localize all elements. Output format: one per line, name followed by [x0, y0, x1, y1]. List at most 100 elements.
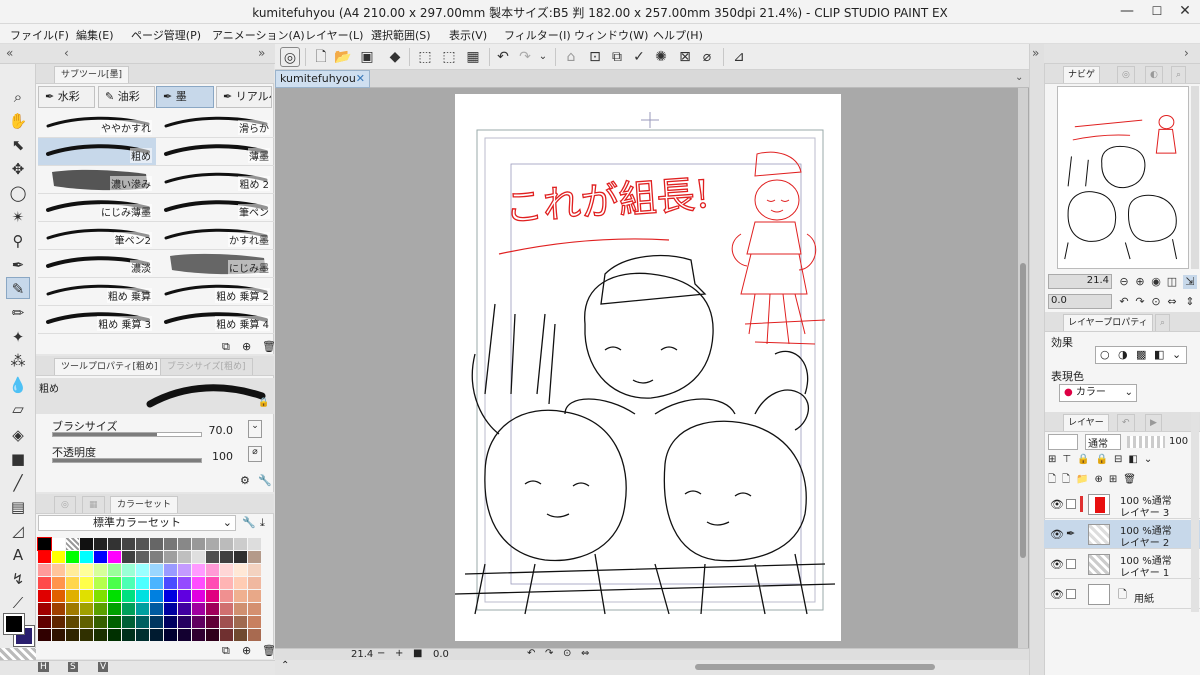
color-swatch[interactable]: [178, 551, 191, 563]
brush-item[interactable]: 粗め 乗算: [38, 278, 156, 306]
brush-item[interactable]: 薄墨: [156, 138, 274, 166]
move-icon[interactable]: ✥: [6, 158, 30, 180]
color-swatch[interactable]: [122, 629, 135, 641]
maximize-button[interactable]: ☐: [1142, 0, 1172, 24]
color-swatch[interactable]: [52, 590, 65, 602]
colorset-tab[interactable]: カラーセット: [110, 496, 179, 513]
eye-icon[interactable]: 👁: [1050, 558, 1064, 571]
color-swatch[interactable]: [192, 616, 205, 628]
copy-color-icon[interactable]: ⧉: [222, 644, 230, 658]
color-swatch[interactable]: [248, 616, 261, 628]
auto-action-tab[interactable]: ▶: [1145, 414, 1162, 431]
layer-row-1[interactable]: 👁 100 %通常 レイヤー 1: [1044, 550, 1200, 579]
vertical-scroll-thumb[interactable]: [1020, 263, 1026, 558]
brush-item[interactable]: にじみ薄墨: [38, 194, 156, 222]
eye-icon[interactable]: 👁: [1050, 498, 1064, 511]
blend-mode-select[interactable]: 通常: [1085, 434, 1121, 450]
color-swatch[interactable]: [248, 629, 261, 641]
color-swatch[interactable]: [80, 590, 93, 602]
color-swatch[interactable]: [80, 603, 93, 615]
color-swatch[interactable]: [94, 577, 107, 589]
color-swatch[interactable]: [164, 577, 177, 589]
color-swatch[interactable]: [122, 616, 135, 628]
brush-item[interactable]: 粗め: [38, 138, 156, 166]
brush-item[interactable]: 筆ペン2: [38, 222, 156, 250]
color-swatch[interactable]: [150, 551, 163, 563]
color-swatch[interactable]: [248, 564, 261, 576]
brush-icon[interactable]: ✎: [6, 277, 30, 299]
fill-selection-icon[interactable]: ⌀: [697, 47, 717, 67]
color-swatch[interactable]: [164, 538, 177, 550]
layer-lock-checkbox[interactable]: [1066, 499, 1076, 509]
color-swatch[interactable]: [52, 551, 65, 563]
scale-icon[interactable]: ⧉: [607, 47, 627, 67]
color-swatch[interactable]: [66, 603, 79, 615]
subtool-tab[interactable]: サブツール[墨]: [54, 66, 130, 83]
brush-item[interactable]: 筆ペン: [156, 194, 274, 222]
document-tab[interactable]: kumitefuhyou ✕: [275, 70, 370, 88]
object-icon[interactable]: ⬉: [6, 134, 30, 156]
layer-property-tab[interactable]: レイヤープロパティ: [1063, 314, 1153, 331]
color-swatch[interactable]: [150, 577, 163, 589]
blend-icon[interactable]: 💧: [6, 374, 30, 396]
layers-tab[interactable]: レイヤー: [1063, 414, 1109, 431]
color-swatch[interactable]: [38, 590, 51, 602]
color-swatch[interactable]: [66, 629, 79, 641]
wrench-icon[interactable]: 🔧: [242, 516, 256, 529]
opacity-value[interactable]: 100: [212, 450, 233, 463]
menu-file[interactable]: ファイル(F): [10, 27, 69, 43]
group-oil[interactable]: ✎ 油彩: [98, 86, 155, 108]
color-swatch[interactable]: [108, 616, 121, 628]
color-swatch[interactable]: [192, 590, 205, 602]
color-swatch[interactable]: [220, 538, 233, 550]
group-ink[interactable]: ✒ 墨: [156, 86, 214, 108]
layer-search-tab[interactable]: ⌕: [1155, 314, 1171, 331]
select-all-icon[interactable]: ⬚: [415, 47, 435, 67]
eye-icon[interactable]: 👁: [1050, 528, 1064, 541]
color-swatch[interactable]: [52, 616, 65, 628]
color-swatch[interactable]: [52, 629, 65, 641]
color-swatch[interactable]: [164, 551, 177, 563]
color-swatch[interactable]: [164, 629, 177, 641]
reset-rotation-icon[interactable]: ⊙: [563, 648, 571, 659]
brush-size-value[interactable]: 70.0: [209, 424, 234, 437]
effect-buttons[interactable]: ○ ◑ ▩ ◧ ⌄: [1095, 346, 1187, 364]
fill-bucket-icon[interactable]: ◈: [6, 424, 30, 446]
color-swatch[interactable]: [178, 629, 191, 641]
airbrush-icon[interactable]: ⁂: [6, 350, 30, 372]
brush-item[interactable]: 粗め 乗算 4: [156, 306, 274, 334]
brush-size-tab[interactable]: ブラシサイズ[粗め]: [160, 358, 253, 375]
layer-opacity-value[interactable]: 100: [1169, 436, 1188, 447]
color-swatch[interactable]: [178, 538, 191, 550]
color-swatch[interactable]: [108, 603, 121, 615]
color-swatch[interactable]: [94, 603, 107, 615]
border-effect-icon[interactable]: ○: [1100, 348, 1110, 361]
color-swatch[interactable]: [80, 564, 93, 576]
color-swatch[interactable]: [80, 616, 93, 628]
brush-item[interactable]: ややかすれ: [38, 110, 156, 138]
color-swatch[interactable]: [192, 577, 205, 589]
color-swatch[interactable]: [66, 538, 79, 550]
color-swatch[interactable]: [94, 629, 107, 641]
menu-layer[interactable]: レイヤー(L): [305, 27, 363, 43]
color-swatch[interactable]: [94, 590, 107, 602]
transform-icon[interactable]: ⊡: [585, 47, 605, 67]
color-swatch[interactable]: [108, 551, 121, 563]
trash-icon[interactable]: 🗑: [262, 340, 276, 353]
color-swatch[interactable]: [38, 577, 51, 589]
color-swatch[interactable]: [136, 564, 149, 576]
angle-value[interactable]: 0.0: [433, 649, 449, 660]
fit-icon[interactable]: ■: [413, 648, 422, 659]
actual-size-icon[interactable]: ◉: [1149, 275, 1163, 289]
color-swatch[interactable]: [122, 551, 135, 563]
color-swatch[interactable]: [150, 629, 163, 641]
color-swatch[interactable]: [94, 564, 107, 576]
deselect-icon[interactable]: ⬚: [439, 47, 459, 67]
color-swatch[interactable]: [234, 538, 247, 550]
color-swatch[interactable]: [122, 590, 135, 602]
color-swatch[interactable]: [178, 577, 191, 589]
brush-item[interactable]: 濃い滲み: [38, 166, 156, 194]
magic-wand-icon[interactable]: ✴: [6, 206, 30, 228]
color-swatch[interactable]: [80, 551, 93, 563]
layer-name[interactable]: 用紙: [1134, 590, 1154, 605]
